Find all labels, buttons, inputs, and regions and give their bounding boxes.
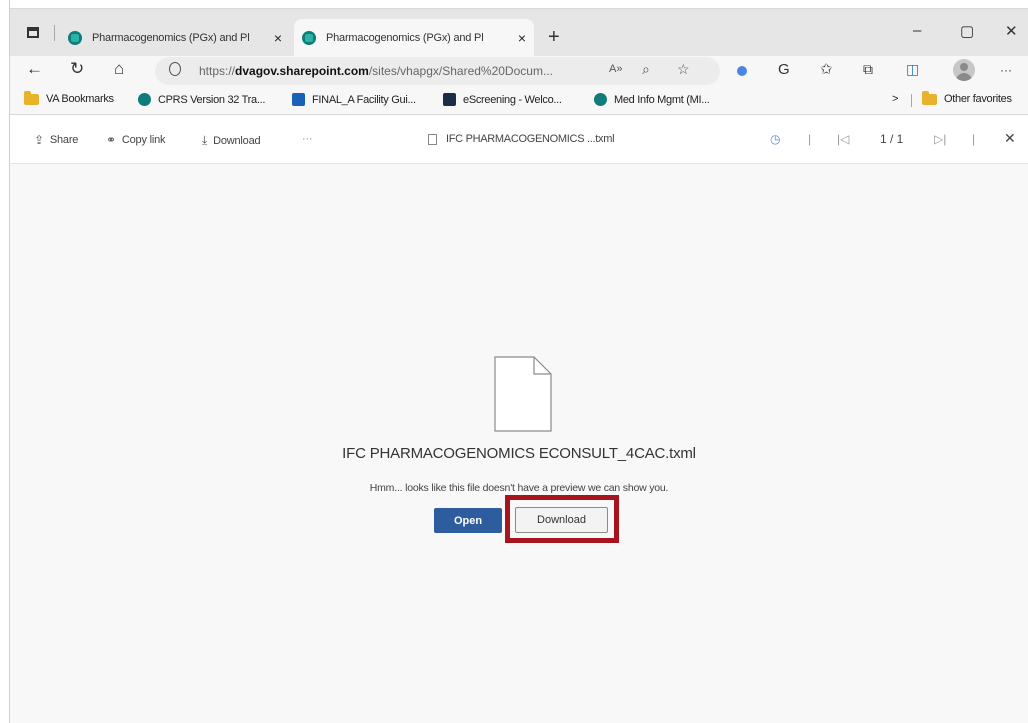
download-command-button[interactable]: ⤓ Download [202, 133, 261, 148]
tab-pharmacogenomics-2[interactable]: Pharmacogenomics (PGx) and Pl × [294, 19, 534, 56]
sharepoint-icon [138, 93, 151, 106]
folder-icon [922, 90, 937, 105]
copy-link-label: Copy link [121, 134, 166, 146]
bookmark-med-info[interactable]: Med Info Mgmt (MI... [594, 93, 710, 106]
bookmark-escreening[interactable]: eScreening - Welco... [443, 93, 562, 106]
favorite-star-icon[interactable]: ☆ [677, 61, 690, 78]
close-window-button[interactable]: ✕ [1005, 22, 1018, 40]
window-left-border [0, 0, 10, 723]
document-title: IFC PHARMACOGENOMICS ...txml [428, 133, 615, 145]
history-icon[interactable]: ◷ [770, 132, 780, 146]
tab-title: Pharmacogenomics (PGx) and Pl [326, 31, 484, 44]
download-button[interactable]: Download [515, 507, 608, 533]
escreening-icon [443, 93, 456, 106]
tab-actions-icon[interactable] [24, 23, 42, 41]
url-text[interactable]: https://dvagov.sharepoint.com/sites/vhap… [199, 64, 553, 78]
download-icon: ⤓ [202, 133, 208, 147]
tab-strip: Pharmacogenomics (PGx) and Pl × Pharmaco… [10, 9, 1028, 56]
sharepoint-icon [594, 93, 607, 106]
bookmark-label: CPRS Version 32 Tra... [158, 93, 266, 106]
bookmark-label: eScreening - Welco... [463, 93, 562, 106]
link-icon: ⚭ [106, 133, 116, 147]
extension-icon[interactable] [737, 66, 747, 76]
bookmark-label: Other favorites [944, 93, 1012, 105]
divider [911, 94, 912, 107]
browser-essentials-icon[interactable]: ◫ [906, 61, 919, 78]
close-tab-icon[interactable]: × [518, 30, 526, 46]
back-icon[interactable]: ← [26, 59, 43, 79]
outlook-icon [292, 93, 305, 106]
zoom-icon[interactable]: ⌕ [642, 61, 650, 78]
favorites-icon[interactable]: ✩ [820, 60, 833, 78]
read-aloud-icon[interactable]: A» [609, 63, 622, 75]
bookmarks-overflow-icon[interactable]: > [892, 93, 898, 105]
divider [54, 25, 55, 41]
last-page-icon[interactable]: ▷| [934, 132, 946, 146]
close-tab-icon[interactable]: × [274, 30, 282, 46]
collections-icon[interactable]: ⧉ [863, 61, 873, 78]
navigation-bar: ← ↻ ⌂ https://dvagov.sharepoint.com/site… [10, 56, 1028, 87]
share-icon: ⇪ [34, 133, 44, 147]
folder-icon [24, 90, 39, 105]
bookmark-label: FINAL_A Facility Gui... [312, 93, 416, 106]
share-label: Share [49, 134, 79, 146]
document-icon [428, 133, 437, 145]
bookmark-label: Med Info Mgmt (MI... [614, 93, 710, 106]
more-menu-icon[interactable]: ··· [1000, 63, 1012, 77]
bookmarks-bar: VA Bookmarks CPRS Version 32 Tra... FINA… [10, 87, 1028, 115]
more-commands-icon[interactable]: ··· [302, 133, 313, 145]
bookmark-cprs[interactable]: CPRS Version 32 Tra... [138, 93, 265, 106]
page-counter: 1 / 1 [880, 132, 904, 146]
divider: | [972, 132, 976, 146]
copy-link-button[interactable]: ⚭ Copy link [106, 133, 166, 147]
home-icon[interactable]: ⌂ [114, 59, 124, 79]
profile-avatar[interactable] [953, 59, 975, 81]
share-button[interactable]: ⇪ Share [34, 133, 78, 147]
no-preview-message: Hmm... looks like this file doesn't have… [369, 482, 669, 494]
address-bar[interactable]: https://dvagov.sharepoint.com/sites/vhap… [155, 57, 720, 85]
preview-area: IFC PHARMACOGENOMICS ECONSULT_4CAC.txml … [10, 164, 1028, 723]
refresh-icon[interactable]: ↻ [70, 59, 84, 79]
viewer-command-bar: ⇪ Share ⚭ Copy link ⤓ Download ··· IFC P… [10, 115, 1028, 164]
sharepoint-icon [68, 30, 82, 45]
open-button[interactable]: Open [434, 508, 502, 533]
bookmark-va-bookmarks[interactable]: VA Bookmarks [24, 90, 114, 105]
new-tab-button[interactable]: + [548, 26, 560, 49]
sharepoint-icon [302, 30, 316, 45]
bookmark-label: VA Bookmarks [46, 93, 114, 105]
first-page-icon[interactable]: |◁ [837, 132, 849, 146]
document-title-text: IFC PHARMACOGENOMICS ...txml [446, 133, 615, 145]
window-top-border [0, 0, 1028, 9]
download-label: Download [213, 134, 261, 147]
tab-title: Pharmacogenomics (PGx) and Pl [92, 31, 250, 44]
grammarly-icon[interactable]: G [778, 61, 790, 78]
file-icon [494, 356, 552, 432]
bookmark-other-favorites[interactable]: Other favorites [922, 90, 1012, 105]
file-name: IFC PHARMACOGENOMICS ECONSULT_4CAC.txml [342, 445, 696, 462]
site-info-icon[interactable] [169, 62, 181, 76]
close-viewer-icon[interactable]: ✕ [1004, 130, 1016, 147]
maximize-button[interactable]: ▢ [960, 22, 974, 40]
divider: | [808, 132, 812, 146]
tab-pharmacogenomics-1[interactable]: Pharmacogenomics (PGx) and Pl × [60, 19, 290, 56]
bookmark-final-facility[interactable]: FINAL_A Facility Gui... [292, 93, 416, 106]
minimize-button[interactable]: – [913, 22, 921, 39]
